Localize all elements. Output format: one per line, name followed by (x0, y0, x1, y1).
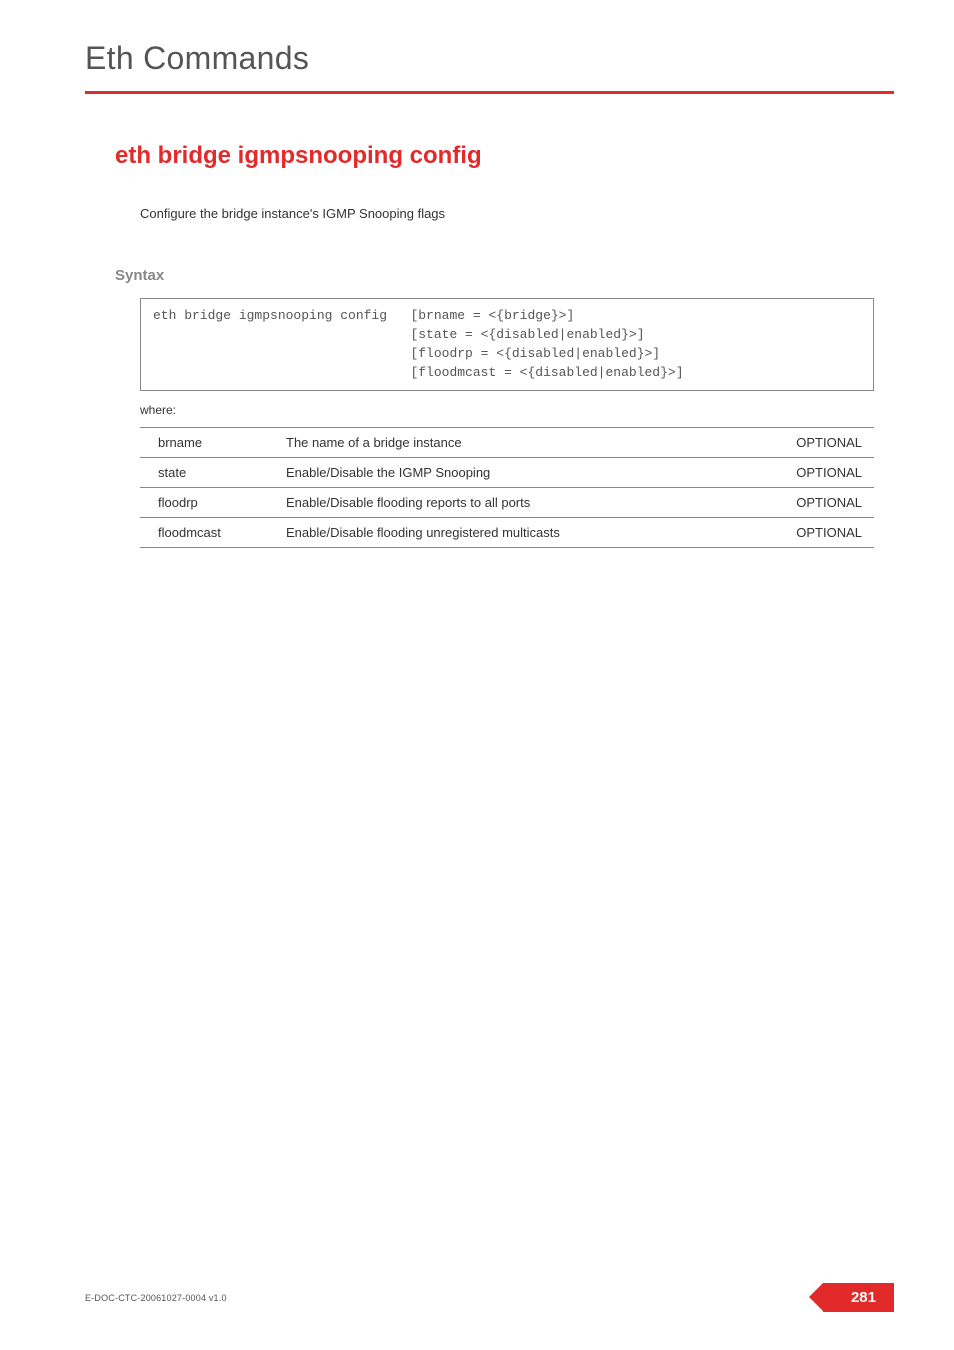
command-description: Configure the bridge instance's IGMP Sno… (140, 206, 894, 221)
table-row: state Enable/Disable the IGMP Snooping O… (140, 458, 874, 488)
param-name: floodmcast (140, 518, 280, 548)
doc-id: E-DOC-CTC-20061027-0004 v1.0 (85, 1293, 227, 1303)
syntax-heading: Syntax (115, 267, 894, 284)
param-desc: The name of a bridge instance (280, 428, 764, 458)
command-title: eth bridge igmpsnooping config (115, 142, 894, 170)
param-opt: OPTIONAL (764, 428, 874, 458)
page-number-badge: 281 (823, 1283, 894, 1312)
param-opt: OPTIONAL (764, 488, 874, 518)
param-name: floodrp (140, 488, 280, 518)
param-desc: Enable/Disable flooding reports to all p… (280, 488, 764, 518)
syntax-args: [brname = <{bridge}>] [state = <{disable… (410, 307, 861, 382)
param-opt: OPTIONAL (764, 518, 874, 548)
header-rule (85, 91, 894, 94)
where-label: where: (140, 403, 894, 417)
param-name: state (140, 458, 280, 488)
table-row: floodmcast Enable/Disable flooding unreg… (140, 518, 874, 548)
table-row: brname The name of a bridge instance OPT… (140, 428, 874, 458)
page-footer: E-DOC-CTC-20061027-0004 v1.0 281 (85, 1283, 894, 1312)
syntax-command: eth bridge igmpsnooping config (153, 307, 410, 382)
page-header-title: Eth Commands (85, 40, 894, 77)
syntax-box: eth bridge igmpsnooping config [brname =… (140, 298, 874, 391)
table-row: floodrp Enable/Disable flooding reports … (140, 488, 874, 518)
param-desc: Enable/Disable the IGMP Snooping (280, 458, 764, 488)
params-table: brname The name of a bridge instance OPT… (140, 427, 874, 548)
param-name: brname (140, 428, 280, 458)
param-opt: OPTIONAL (764, 458, 874, 488)
param-desc: Enable/Disable flooding unregistered mul… (280, 518, 764, 548)
